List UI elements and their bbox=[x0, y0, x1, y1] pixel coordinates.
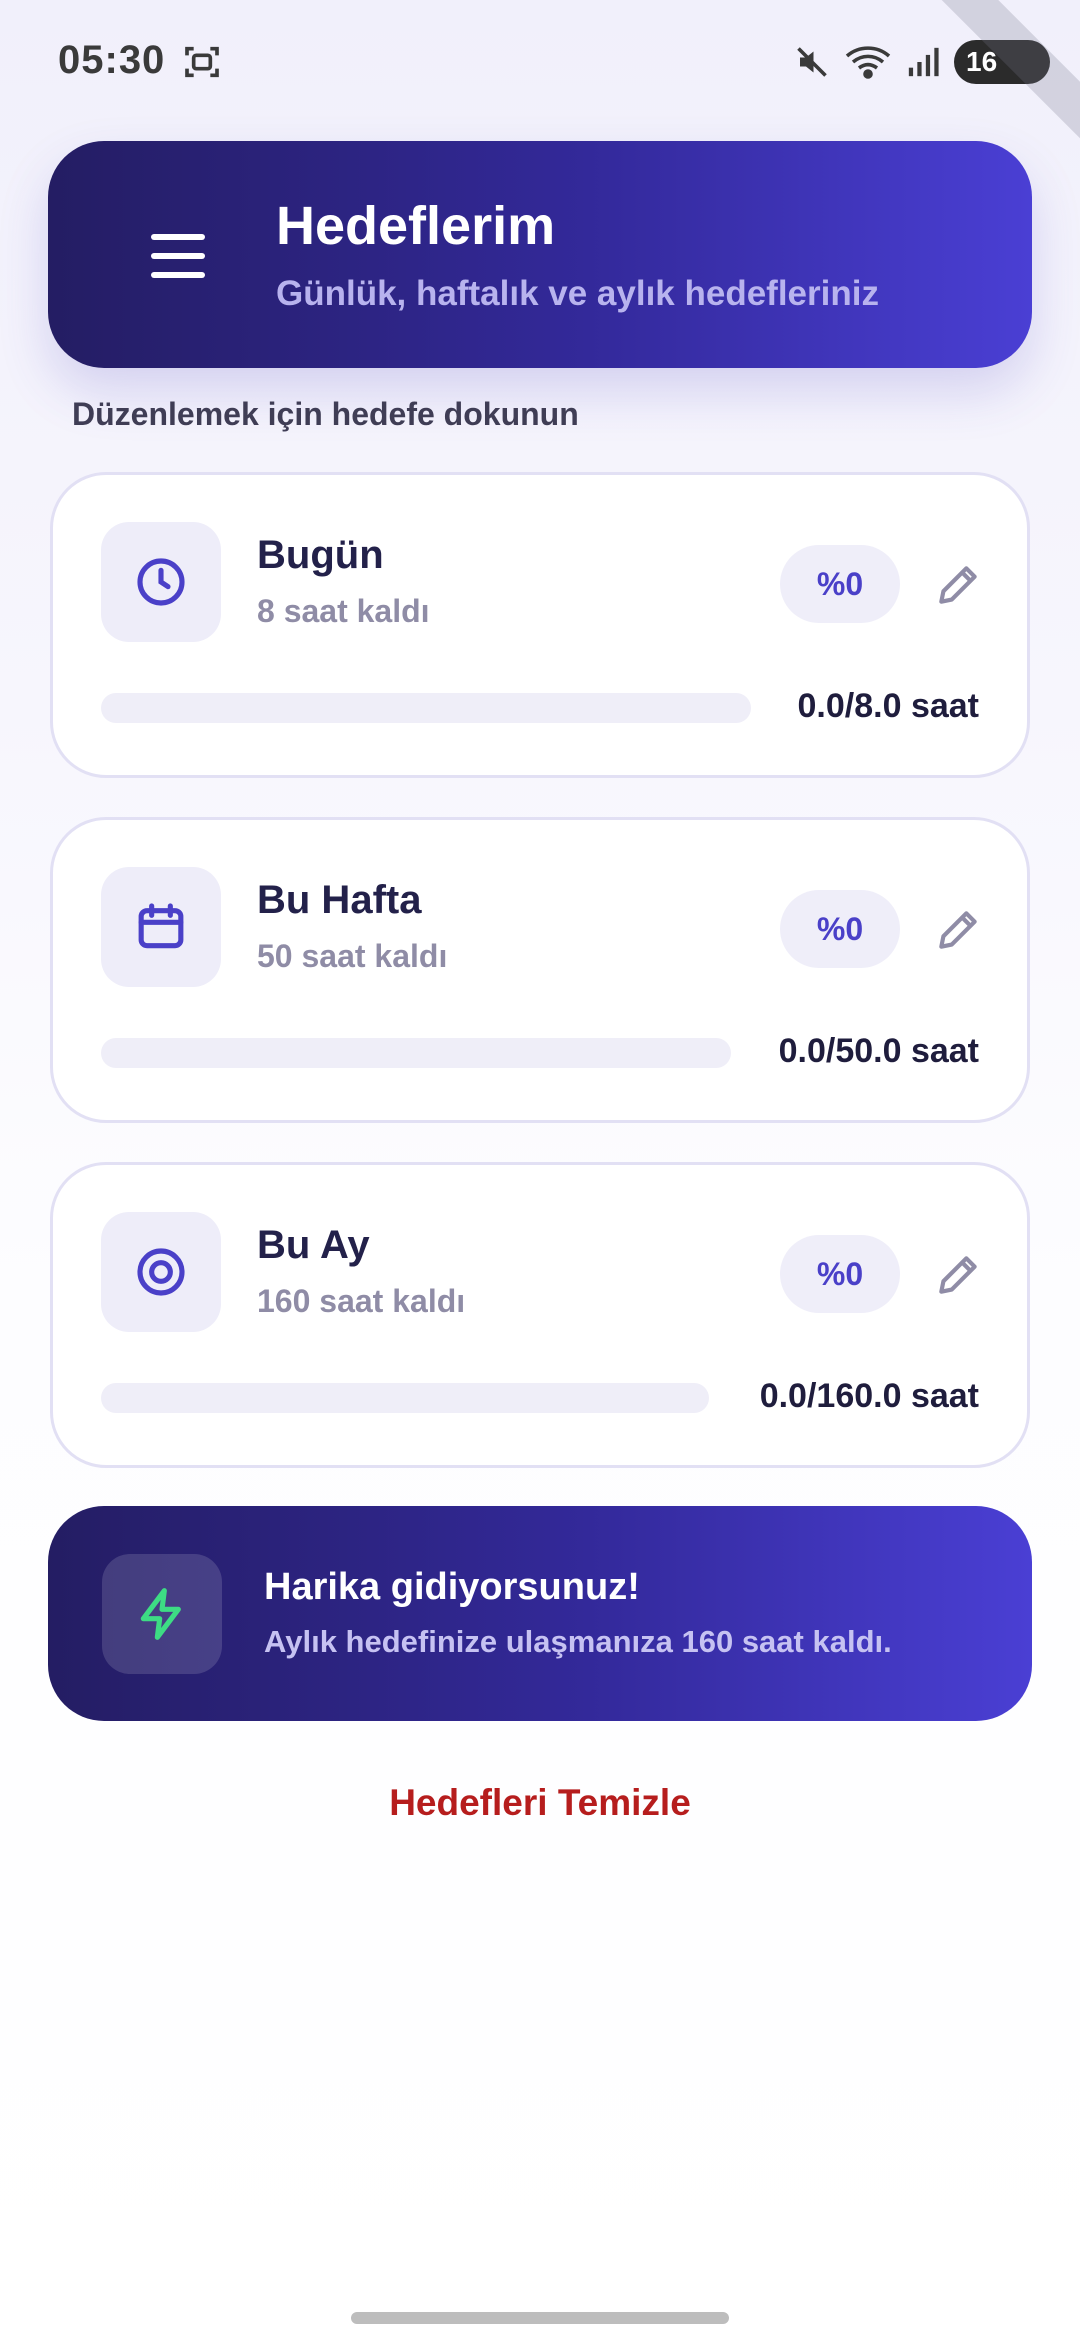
percent-badge: %0 bbox=[780, 1235, 900, 1313]
goal-title: Bu Ay bbox=[257, 1223, 370, 1267]
pencil-icon bbox=[939, 1256, 977, 1294]
progress-label: 0.0/8.0 saat bbox=[797, 687, 979, 725]
edit-goal-button[interactable] bbox=[930, 902, 986, 958]
progress-bar bbox=[101, 1383, 709, 1413]
edit-goal-button[interactable] bbox=[930, 1247, 986, 1303]
goal-remaining: 8 saat kaldı bbox=[257, 593, 430, 629]
edit-hint: Düzenlemek için hedefe dokunun bbox=[72, 396, 579, 432]
goal-icon-box bbox=[101, 522, 221, 642]
pencil-icon bbox=[939, 911, 977, 949]
menu-icon[interactable] bbox=[138, 226, 218, 286]
status-bar: 05:30 16 bbox=[0, 0, 1080, 167]
motivation-title: Harika gidiyorsunuz! bbox=[264, 1566, 640, 1608]
goals-screen: 05:30 16 Hedeflerim Günlük, haftalık ve … bbox=[0, 0, 1080, 2340]
goal-icon-box bbox=[101, 867, 221, 987]
target-icon bbox=[137, 1248, 185, 1296]
motivation-banner: Harika gidiyorsunuz! Aylık hedefinize ul… bbox=[48, 1506, 1032, 1721]
progress-bar bbox=[101, 1038, 731, 1068]
screenshot-icon bbox=[185, 46, 219, 78]
goal-remaining: 50 saat kaldı bbox=[257, 938, 448, 974]
clock-icon bbox=[137, 558, 185, 606]
goal-title: Bu Hafta bbox=[257, 878, 422, 922]
mute-icon bbox=[797, 47, 827, 77]
progress-bar bbox=[101, 693, 751, 723]
bolt-icon-box bbox=[102, 1554, 222, 1674]
home-indicator[interactable] bbox=[351, 2312, 729, 2324]
goal-card-week[interactable]: Bu Hafta 50 saat kaldı %0 0.0/50.0 saat bbox=[50, 817, 1030, 1123]
header-card: Hedeflerim Günlük, haftalık ve aylık hed… bbox=[48, 141, 1032, 368]
goal-card-today[interactable]: Bugün 8 saat kaldı %0 0.0/8.0 saat bbox=[50, 472, 1030, 778]
goal-remaining: 160 saat kaldı bbox=[257, 1283, 466, 1319]
percent-badge: %0 bbox=[780, 545, 900, 623]
clear-goals-button[interactable]: Hedefleri Temizle bbox=[0, 1782, 1080, 1824]
status-time: 05:30 bbox=[58, 38, 166, 82]
motivation-text: Aylık hedefinize ulaşmanıza 160 saat kal… bbox=[264, 1624, 892, 1659]
edit-goal-button[interactable] bbox=[930, 557, 986, 613]
percent-badge: %0 bbox=[780, 890, 900, 968]
progress-label: 0.0/160.0 saat bbox=[759, 1377, 979, 1415]
progress-label: 0.0/50.0 saat bbox=[778, 1032, 979, 1070]
bolt-icon bbox=[140, 1588, 181, 1640]
calendar-icon bbox=[138, 903, 184, 949]
page-subtitle: Günlük, haftalık ve aylık hedefleriniz bbox=[276, 274, 879, 313]
goal-icon-box bbox=[101, 1212, 221, 1332]
goal-card-month[interactable]: Bu Ay 160 saat kaldı %0 0.0/160.0 saat bbox=[50, 1162, 1030, 1468]
wifi-icon bbox=[845, 46, 891, 79]
goal-title: Bugün bbox=[257, 533, 384, 577]
page-title: Hedeflerim bbox=[276, 196, 556, 256]
pencil-icon bbox=[939, 566, 977, 604]
